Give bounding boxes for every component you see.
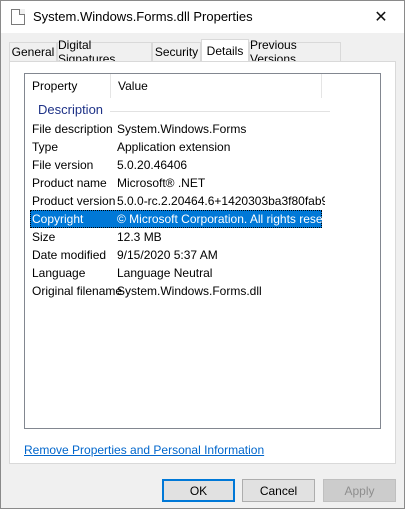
property-name: Product version <box>32 194 116 208</box>
property-row[interactable]: File version 5.0.20.46406 <box>25 156 380 174</box>
property-name: Original filename <box>32 284 123 298</box>
property-value: System.Windows.Forms.dll <box>117 284 262 298</box>
property-row[interactable]: Product version 5.0.0-rc.2.20464.6+14203… <box>25 192 380 210</box>
ok-button[interactable]: OK <box>162 479 235 502</box>
property-value: Language Neutral <box>117 266 213 280</box>
window-title: System.Windows.Forms.dll Properties <box>33 9 253 24</box>
tab-strip: General Digital Signatures Security Deta… <box>9 38 396 66</box>
property-row[interactable]: Size 12.3 MB <box>25 228 380 246</box>
title-bar[interactable]: System.Windows.Forms.dll Properties ✕ <box>1 1 404 33</box>
property-row[interactable]: Language Language Neutral <box>25 264 380 282</box>
details-list[interactable]: Property Value Description File descript… <box>24 73 381 429</box>
tab-security[interactable]: Security <box>152 42 201 61</box>
tab-details[interactable]: Details <box>201 39 249 61</box>
details-panel: Property Value Description File descript… <box>9 61 396 464</box>
property-row-selected[interactable]: Copyright © Microsoft Corporation. All r… <box>30 210 325 228</box>
column-header: Property Value <box>25 74 380 98</box>
tab-general[interactable]: General <box>9 42 57 61</box>
property-value: 5.0.0-rc.2.20464.6+1420303ba3f80fab9... <box>117 194 325 208</box>
property-column-header[interactable]: Property <box>25 74 110 98</box>
property-row[interactable]: Product name Microsoft® .NET <box>25 174 380 192</box>
property-name: Date modified <box>32 248 107 262</box>
property-value: Microsoft® .NET <box>117 176 206 190</box>
property-value: Application extension <box>117 140 231 154</box>
property-rows: File description System.Windows.Forms Ty… <box>25 120 380 300</box>
tab-previous-versions[interactable]: Previous Versions <box>249 38 341 66</box>
file-icon <box>11 9 25 25</box>
property-value: 9/15/2020 5:37 AM <box>117 248 218 262</box>
property-row[interactable]: Type Application extension <box>25 138 380 156</box>
property-value: 5.0.20.46406 <box>117 158 188 172</box>
property-name: Product name <box>32 176 107 190</box>
property-value: 12.3 MB <box>117 230 162 244</box>
cancel-button[interactable]: Cancel <box>242 479 315 502</box>
property-row[interactable]: File description System.Windows.Forms <box>25 120 380 138</box>
close-button[interactable]: ✕ <box>358 1 404 33</box>
remove-properties-link[interactable]: Remove Properties and Personal Informati… <box>24 443 264 457</box>
property-name: File version <box>32 158 94 172</box>
property-row[interactable]: Date modified 9/15/2020 5:37 AM <box>25 246 380 264</box>
column-divider[interactable] <box>321 74 322 98</box>
close-icon: ✕ <box>374 9 388 26</box>
property-name: Size <box>32 230 56 244</box>
property-name: Copyright <box>32 212 84 226</box>
group-header-description[interactable]: Description <box>38 102 103 117</box>
value-column-header[interactable]: Value <box>111 74 321 98</box>
apply-button[interactable]: Apply <box>323 479 396 502</box>
property-name: Type <box>32 140 59 154</box>
property-row[interactable]: Original filename System.Windows.Forms.d… <box>25 282 380 300</box>
property-name: Language <box>32 266 86 280</box>
group-divider <box>110 111 330 112</box>
tab-digital-signatures[interactable]: Digital Signatures <box>57 38 152 66</box>
property-value: © Microsoft Corporation. All rights rese… <box>117 212 325 226</box>
properties-dialog: System.Windows.Forms.dll Properties ✕ Ge… <box>0 0 405 509</box>
property-name: File description <box>32 122 113 136</box>
property-value: System.Windows.Forms <box>117 122 247 136</box>
